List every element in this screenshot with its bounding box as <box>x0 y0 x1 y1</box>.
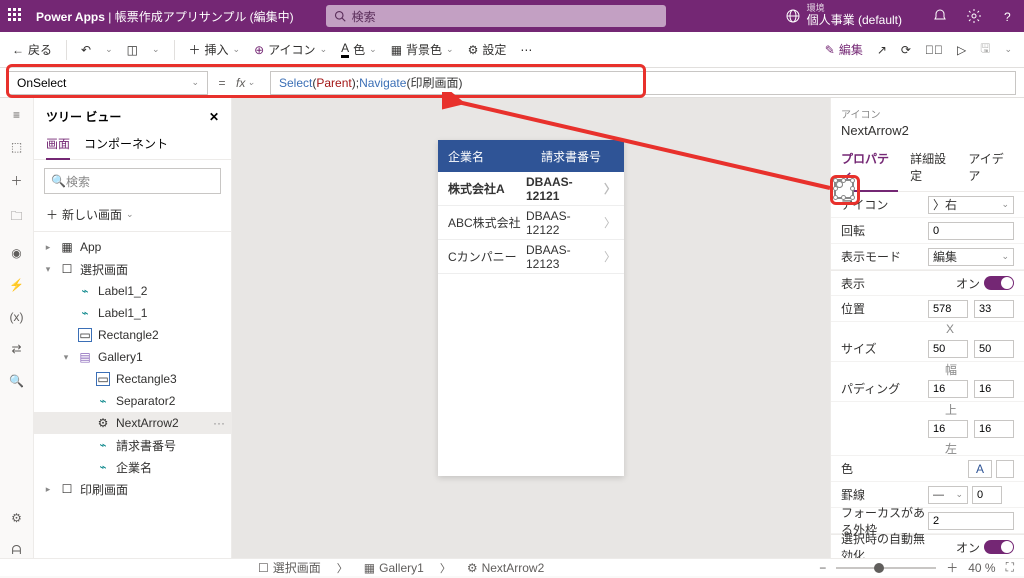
var-icon[interactable]: ⚡ <box>9 278 24 292</box>
gear-icon[interactable] <box>966 8 982 24</box>
border-style[interactable]: — ⌄ <box>928 486 968 504</box>
tree-icon[interactable]: ⬚ <box>11 140 22 154</box>
refresh-icon[interactable]: ⟳ <box>901 43 911 57</box>
fx-label[interactable]: fx⌄ <box>236 76 270 90</box>
flow-icon[interactable]: ⇄ <box>11 342 21 356</box>
preview-phone[interactable]: 企業名 請求書番号 株式会社ADBAAS-12121〉ABC株式会社DBAAS-… <box>438 140 624 476</box>
back-button[interactable]: ← 戻る <box>12 41 52 58</box>
check-icon[interactable]: ✓⃝ <box>925 43 943 57</box>
bgcolor-button[interactable]: ▦ 背景色 ⌄ <box>391 41 454 58</box>
play-icon[interactable]: ▷ <box>957 43 966 57</box>
gallery-row[interactable]: ABC株式会社DBAAS-12122〉 <box>438 206 624 240</box>
icon-button[interactable]: ⊕ アイコン ⌄ <box>254 41 327 58</box>
x-icon[interactable]: (x) <box>10 310 24 324</box>
search-icon <box>334 10 346 22</box>
tree-item[interactable]: ⌁Label1_2 <box>34 280 231 302</box>
icon-dropdown[interactable]: 〉右⌄ <box>928 196 1014 214</box>
tree-item[interactable]: ▭Rectangle2 <box>34 324 231 346</box>
width-input[interactable] <box>928 340 968 358</box>
tab-components[interactable]: コンポーネント <box>84 129 168 159</box>
tree-item[interactable]: ⌁Separator2 <box>34 390 231 412</box>
border-width-input[interactable] <box>972 486 1002 504</box>
globe-icon <box>785 8 801 24</box>
rotation-input[interactable] <box>928 222 1014 240</box>
tab-advanced[interactable]: 詳細設定 <box>910 144 956 191</box>
fit-icon[interactable]: ⛶ <box>1006 560 1014 575</box>
displaymode-dropdown[interactable]: 編集⌄ <box>928 248 1014 266</box>
color-button[interactable]: A 色 ⌄ <box>341 41 377 58</box>
color-swatch[interactable]: A <box>968 460 992 478</box>
prop-name: NextArrow2 <box>831 123 1024 144</box>
col-company: 企業名 <box>438 148 531 165</box>
bell-icon[interactable] <box>932 8 948 24</box>
pos-y-input[interactable] <box>974 300 1014 318</box>
data-icon[interactable]: 🗀 <box>10 207 22 228</box>
formula-input[interactable]: Select(Parent);Navigate(印刷画面) <box>270 71 1016 95</box>
pad-r-input[interactable] <box>974 380 1014 398</box>
search-box[interactable]: 検索 <box>326 5 666 27</box>
paste-button[interactable]: ◫ <box>127 43 138 57</box>
tree-search[interactable]: 🔍 検索 <box>44 168 221 194</box>
tree-item[interactable]: ⌁企業名 <box>34 456 231 478</box>
tree-item[interactable]: ▭Rectangle3 <box>34 368 231 390</box>
focus-border-input[interactable] <box>928 512 1014 530</box>
svg-text:?: ? <box>1004 10 1011 24</box>
insert-button[interactable]: ＋ 挿入 ⌄ <box>189 41 241 58</box>
zoom-out[interactable]: − <box>819 561 826 575</box>
undo-button[interactable]: ↶ <box>81 43 91 57</box>
save-icon[interactable]: 🖫 <box>980 39 990 60</box>
pos-x-input[interactable] <box>928 300 968 318</box>
hamburger-icon[interactable]: ≡ <box>13 108 20 122</box>
gallery-row[interactable]: CカンパニーDBAAS-12123〉 <box>438 240 624 274</box>
tree-item[interactable]: ⌁Label1_1 <box>34 302 231 324</box>
zoom-value: 40 % <box>968 561 995 575</box>
srch-icon[interactable]: 🔍 <box>9 374 24 388</box>
crumb-screen[interactable]: ☐ 選択画面 <box>252 557 327 578</box>
tab-screens[interactable]: 画面 <box>46 129 70 160</box>
more-button[interactable]: ⋯ <box>520 43 532 57</box>
edit-button[interactable]: ✎ 編集 <box>825 41 863 58</box>
pad-b-input[interactable] <box>928 420 968 438</box>
visible-toggle[interactable] <box>984 276 1014 290</box>
help-icon[interactable]: ? <box>1000 8 1016 24</box>
tree-item[interactable]: ▾▤Gallery1 <box>34 346 231 368</box>
tree-item[interactable]: ⌁請求書番号 <box>34 434 231 456</box>
crumb-control[interactable]: ⚙ NextArrow2 <box>461 559 550 577</box>
tab-ideas[interactable]: アイデア <box>968 144 1014 191</box>
tree-item[interactable]: ⚙NextArrow2··· <box>34 412 231 434</box>
zoom-in[interactable]: ＋ <box>946 559 958 576</box>
autodisable-toggle[interactable] <box>984 540 1014 554</box>
pad-l-input[interactable] <box>974 420 1014 438</box>
new-screen-button[interactable]: ＋ 新しい画面 ⌄ <box>34 202 231 232</box>
tree-item[interactable]: ▸☐印刷画面 <box>34 478 231 500</box>
tree-item[interactable]: ▸▦App <box>34 236 231 258</box>
col-invoice: 請求書番号 <box>531 148 624 165</box>
fx-equals: = <box>208 76 236 90</box>
gallery-row[interactable]: 株式会社ADBAAS-12121〉 <box>438 172 624 206</box>
waffle-icon[interactable] <box>8 8 24 24</box>
app-title: 帳票作成アプリサンプル (編集中) <box>115 10 294 24</box>
brand: Power Apps <box>36 10 105 24</box>
pad-t-input[interactable] <box>928 380 968 398</box>
zoom-slider[interactable] <box>836 567 936 569</box>
height-input[interactable] <box>974 340 1014 358</box>
settings-rail-icon[interactable]: ⚙ <box>11 511 22 525</box>
property-selector[interactable]: OnSelect⌄ <box>8 71 208 95</box>
media-icon[interactable]: ◉ <box>11 246 21 260</box>
insert-icon[interactable]: ＋ <box>10 172 22 189</box>
crumb-gallery[interactable]: ▦ Gallery1 <box>358 559 430 577</box>
search-placeholder: 検索 <box>352 8 376 25</box>
ask-icon[interactable]: ᗩ <box>12 543 22 558</box>
tree-title: ツリー ビュー <box>46 108 121 125</box>
settings-button[interactable]: ⚙ 設定 <box>468 41 507 58</box>
close-tree-icon[interactable]: ✕ <box>209 110 219 124</box>
share-icon[interactable]: ↗ <box>877 43 887 57</box>
selection-handles[interactable] <box>834 179 854 199</box>
tree-item[interactable]: ▾☐選択画面 <box>34 258 231 280</box>
environment-picker[interactable]: 環境個人事業 (default) <box>785 4 902 27</box>
prop-category: アイコン <box>831 98 1024 123</box>
